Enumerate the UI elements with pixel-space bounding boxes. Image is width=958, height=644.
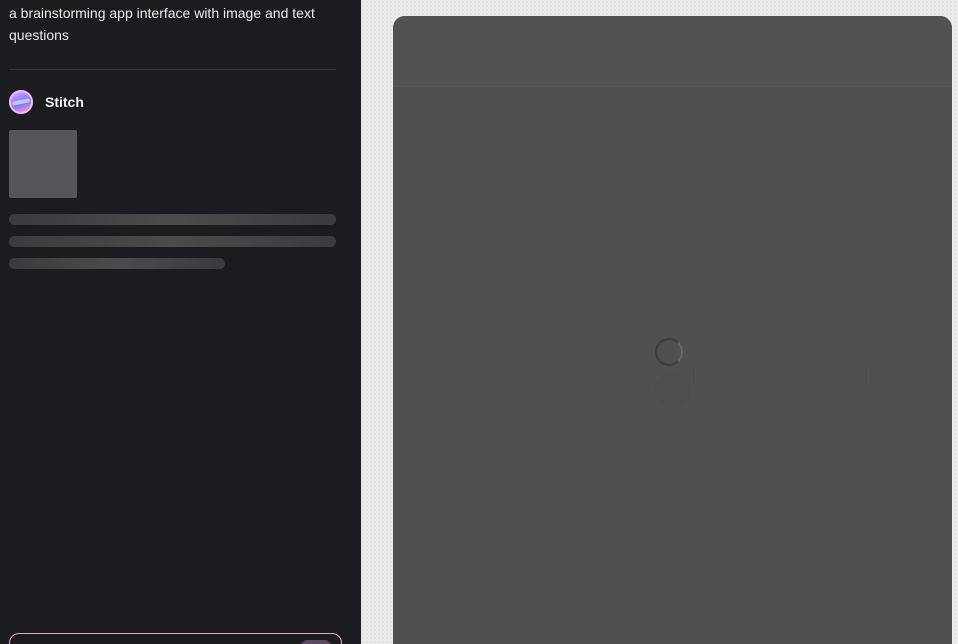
spinner-icon — [655, 338, 683, 366]
screen-frame[interactable] — [393, 16, 952, 644]
loading-ghost — [655, 372, 691, 408]
skeleton-line — [9, 236, 336, 247]
send-button[interactable] — [301, 640, 331, 644]
stitch-logo-icon — [9, 90, 33, 114]
message-divider — [9, 69, 336, 70]
prompt-input[interactable] — [9, 633, 342, 644]
user-prompt-message: a brainstorming app interface with image… — [9, 5, 315, 43]
image-thumbnail-placeholder — [9, 130, 77, 198]
agent-name: Stitch — [45, 94, 84, 110]
loading-bar — [693, 366, 869, 384]
skeleton-line — [9, 214, 336, 225]
chat-sidebar: a brainstorming app interface with image… — [0, 0, 361, 644]
frame-header-placeholder — [393, 16, 952, 87]
skeleton-line — [9, 258, 225, 269]
agent-header: Stitch — [9, 89, 84, 115]
design-canvas[interactable] — [361, 0, 958, 644]
